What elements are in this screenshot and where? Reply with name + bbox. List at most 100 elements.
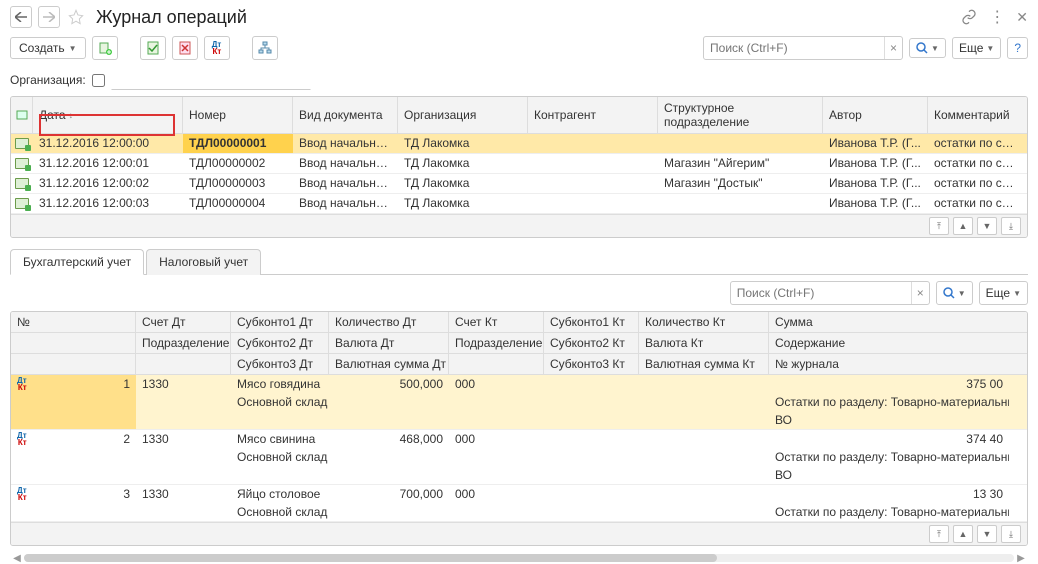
close-icon[interactable]: ✕ (1016, 9, 1028, 26)
cell-doc: Ввод начальных ... (293, 134, 398, 153)
create-button[interactable]: Создать ▼ (10, 37, 86, 59)
cell-sch-kt: 000 (449, 375, 544, 393)
detail-prev-page-button[interactable]: ▲ (953, 525, 973, 543)
favorite-icon[interactable] (66, 7, 86, 27)
cell-sum: 375 00 (769, 375, 1009, 393)
org-filter-checkbox[interactable] (92, 74, 105, 87)
first-page-button[interactable]: ⤒ (929, 217, 949, 235)
dh-sub2-dt[interactable]: Субконто2 Дт (231, 333, 329, 353)
col-date[interactable]: Дата↓ (33, 97, 183, 133)
detail-next-page-button[interactable]: ▼ (977, 525, 997, 543)
table-row[interactable]: 31.12.2016 12:00:00ТДЛ00000001Ввод начал… (11, 134, 1027, 154)
col-struct[interactable]: Структурное подразделение (658, 97, 823, 133)
dh-sub3-kt[interactable]: Субконто3 Кт (544, 354, 639, 374)
detail-body[interactable]: ДтКт11330Мясо говядина500,000000375 00Ос… (11, 375, 1027, 522)
dh-val-kt[interactable]: Валюта Кт (639, 333, 769, 353)
dtkt-button[interactable]: ДтКт (204, 36, 230, 60)
cell-org: ТД Лакомка (398, 154, 528, 173)
detail-entry[interactable]: ДтКт11330Мясо говядина500,000000375 00Ос… (11, 375, 1027, 430)
dh-valsum-dt[interactable]: Валютная сумма Дт (329, 354, 449, 374)
dtkt-icon: ДтКт (17, 487, 27, 501)
dh-content[interactable]: Содержание (769, 333, 1009, 353)
dh-valsum-kt[interactable]: Валютная сумма Кт (639, 354, 769, 374)
cell-qty-dt: 700,000 (329, 485, 449, 503)
cell-org: ТД Лакомка (398, 174, 528, 193)
col-auth[interactable]: Автор (823, 97, 928, 133)
copy-doc-button[interactable] (92, 36, 118, 60)
forward-button[interactable] (38, 6, 60, 28)
cell-jrn: ВО (769, 466, 1009, 484)
detail-search-input[interactable] (731, 283, 911, 303)
dh-qty-kt[interactable]: Количество Кт (639, 312, 769, 332)
detail-last-page-button[interactable]: ⤓ (1001, 525, 1021, 543)
detail-search-exec-button[interactable]: ▼ (936, 281, 973, 305)
chevron-down-icon: ▼ (931, 44, 939, 53)
cell-sch-dt: 1330 (136, 430, 231, 448)
back-button[interactable] (10, 6, 32, 28)
next-page-button[interactable]: ▼ (977, 217, 997, 235)
dh-sub1-dt[interactable]: Субконто1 Дт (231, 312, 329, 332)
chevron-down-icon: ▼ (69, 44, 77, 53)
dh-val-dt[interactable]: Валюта Дт (329, 333, 449, 353)
cell-sch-kt: 000 (449, 430, 544, 448)
col-comm[interactable]: Комментарий (928, 97, 1023, 133)
doc-status-icon (15, 158, 29, 169)
create-label: Создать (19, 41, 65, 55)
detail-entry[interactable]: ДтКт21330Мясо свинина468,000000374 40Осн… (11, 430, 1027, 485)
dh-sub2-kt[interactable]: Субконто2 Кт (544, 333, 639, 353)
dh-sub1-kt[interactable]: Субконто1 Кт (544, 312, 639, 332)
detail-search-clear-icon[interactable]: × (911, 282, 929, 304)
detail-first-page-button[interactable]: ⤒ (929, 525, 949, 543)
chevron-down-icon: ▼ (986, 44, 994, 53)
cell-sch-kt: 000 (449, 485, 544, 503)
detail-search-box[interactable]: × (730, 281, 930, 305)
page-title: Журнал операций (96, 7, 247, 28)
detail-more-button[interactable]: Еще ▼ (979, 281, 1028, 305)
cell-store: Основной склад (231, 503, 329, 521)
col-contr[interactable]: Контрагент (528, 97, 658, 133)
search-exec-button[interactable]: ▼ (909, 38, 946, 58)
cell-sub-dt: Яйцо столовое (231, 485, 329, 503)
dh-podr-dt[interactable]: Подразделение Дт (136, 333, 231, 353)
link-icon[interactable] (961, 9, 977, 25)
search-input[interactable] (704, 38, 884, 58)
table-row[interactable]: 31.12.2016 12:00:02ТДЛ00000003Ввод начал… (11, 174, 1027, 194)
scroll-right-icon[interactable]: ▶ (1014, 553, 1028, 564)
dh-num[interactable]: № (11, 312, 136, 332)
dh-qty-dt[interactable]: Количество Дт (329, 312, 449, 332)
doc-status-icon (15, 198, 29, 209)
more-button[interactable]: Еще ▼ (952, 37, 1001, 59)
cell-store: Основной склад (231, 393, 329, 411)
red-doc-button[interactable] (172, 36, 198, 60)
org-filter-input[interactable] (111, 70, 311, 90)
tab-accounting[interactable]: Бухгалтерский учет (10, 249, 144, 275)
scroll-left-icon[interactable]: ◀ (10, 553, 24, 564)
detail-row-num: 1 (123, 377, 130, 391)
dh-sch-kt[interactable]: Счет Кт (449, 312, 544, 332)
last-page-button[interactable]: ⤓ (1001, 217, 1021, 235)
horizontal-scrollbar[interactable]: ◀ ▶ (10, 552, 1028, 564)
cell-auth: Иванова Т.Р. (Г... (823, 174, 928, 193)
col-doc[interactable]: Вид документа (293, 97, 398, 133)
tab-tax[interactable]: Налоговый учет (146, 249, 261, 275)
help-button[interactable]: ? (1007, 37, 1028, 59)
detail-entry[interactable]: ДтКт31330Яйцо столовое700,00000013 30Осн… (11, 485, 1027, 522)
prev-page-button[interactable]: ▲ (953, 217, 973, 235)
kebab-icon[interactable]: ⋮ (989, 7, 1004, 27)
cell-doc: Ввод начальных ... (293, 154, 398, 173)
grid-corner-icon[interactable] (11, 97, 33, 133)
green-doc-button[interactable] (140, 36, 166, 60)
table-row[interactable]: 31.12.2016 12:00:01ТДЛ00000002Ввод начал… (11, 154, 1027, 174)
dh-sub3-dt[interactable]: Субконто3 Дт (231, 354, 329, 374)
col-org[interactable]: Организация (398, 97, 528, 133)
dh-journal[interactable]: № журнала (769, 354, 1009, 374)
search-box[interactable]: × (703, 36, 903, 60)
table-row[interactable]: 31.12.2016 12:00:03ТДЛ00000004Ввод начал… (11, 194, 1027, 214)
struct-button[interactable] (252, 36, 278, 60)
search-clear-icon[interactable]: × (884, 37, 902, 59)
dh-podr-kt[interactable]: Подразделение Кт (449, 333, 544, 353)
grid-body[interactable]: 31.12.2016 12:00:00ТДЛ00000001Ввод начал… (11, 134, 1027, 214)
dh-sum[interactable]: Сумма (769, 312, 1009, 332)
dh-sch-dt[interactable]: Счет Дт (136, 312, 231, 332)
col-num[interactable]: Номер (183, 97, 293, 133)
